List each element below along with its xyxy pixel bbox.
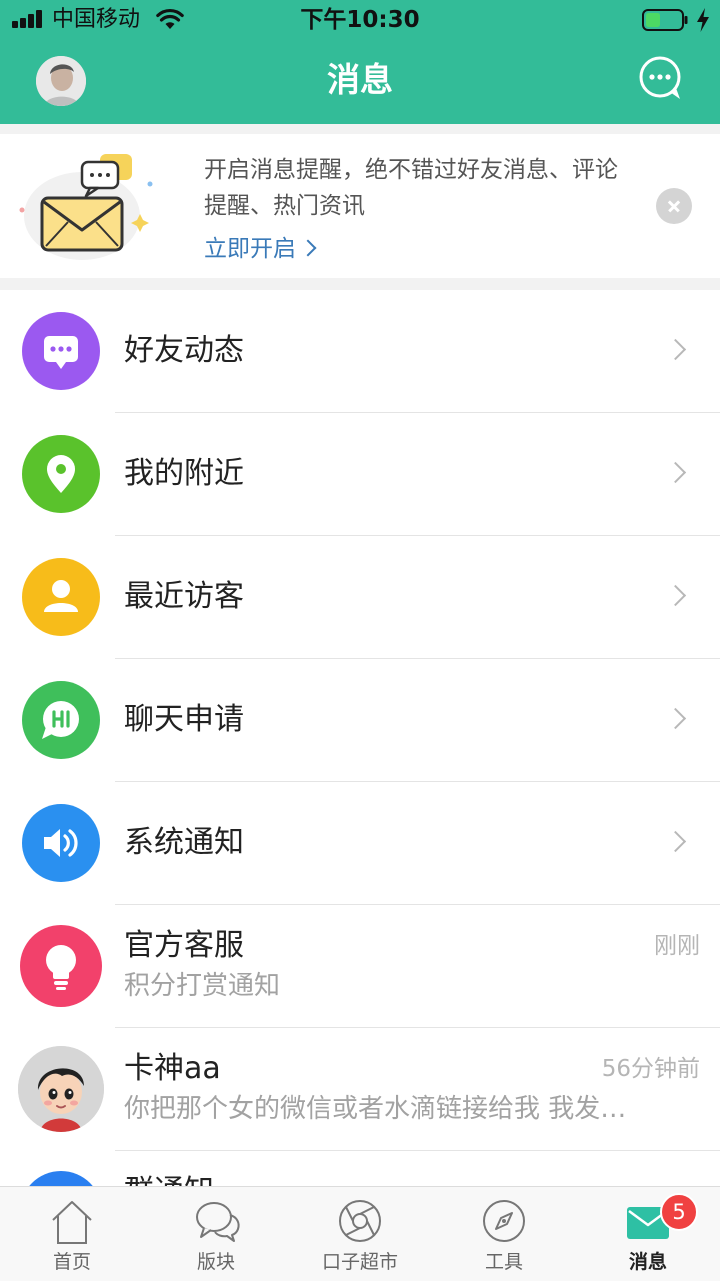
group-icon xyxy=(20,1171,102,1186)
aperture-icon xyxy=(339,1200,381,1242)
list-item-title: 群通知 xyxy=(124,1171,214,1186)
list-item-chat-requests[interactable]: 聊天申请 xyxy=(0,659,720,782)
chevron-right-icon xyxy=(664,338,687,361)
battery-icon xyxy=(642,9,688,31)
tab-home[interactable]: 首页 xyxy=(0,1187,144,1281)
chevron-right-icon xyxy=(664,461,687,484)
chat-dots-icon xyxy=(22,312,100,390)
top-bar: 中国移动 下午10:30 消息 xyxy=(0,0,720,124)
list-item-title: 最近访客 xyxy=(124,579,244,614)
conversation-title: 卡神aa xyxy=(124,1051,221,1086)
close-icon[interactable] xyxy=(656,188,692,224)
list-item-recent-visitors[interactable]: 最近访客 xyxy=(0,536,720,659)
list-item-title: 我的附近 xyxy=(124,456,244,491)
conversation-preview: 你把那个女的微信或者水滴链接给我 我发… xyxy=(124,1094,627,1124)
tab-label: 首页 xyxy=(52,1251,91,1273)
tab-messages[interactable]: 5 消息 xyxy=(576,1187,720,1281)
hi-bubble-icon xyxy=(22,681,100,759)
tab-label: 版块 xyxy=(196,1251,235,1273)
list-item-group-notifications[interactable]: 群通知 xyxy=(0,1151,720,1186)
tab-boards[interactable]: 版块 xyxy=(144,1187,288,1281)
list-item-friend-updates[interactable]: 好友动态 xyxy=(0,290,720,413)
conversation-time: 56分钟前 xyxy=(601,1056,700,1082)
unread-badge: 5 xyxy=(660,1193,698,1231)
bottom-tab-bar: 首页 版块 口子超市 工具 5 消息 xyxy=(0,1186,720,1281)
list-item-system-notifications[interactable]: 系统通知 xyxy=(0,782,720,905)
list-item-title: 好友动态 xyxy=(124,333,244,368)
chevron-right-icon xyxy=(664,707,687,730)
conversation-user[interactable]: 卡神aa 你把那个女的微信或者水滴链接给我 我发… 56分钟前 xyxy=(0,1028,720,1151)
status-time: 下午10:30 xyxy=(300,7,420,33)
conversation-official-support[interactable]: 官方客服 积分打赏通知 刚刚 xyxy=(0,905,720,1028)
list-item-title: 聊天申请 xyxy=(124,702,244,737)
page-title: 消息 xyxy=(327,60,393,99)
chevron-right-icon xyxy=(664,830,687,853)
conversation-title: 官方客服 xyxy=(124,928,244,963)
notification-reminder-banner: 开启消息提醒，绝不错过好友消息、评论提醒、热门资讯 立即开启 xyxy=(0,134,720,278)
message-list: 好友动态 我的附近 最近访客 聊天申请 系统通知 官方客服 积分打赏通知 刚刚 … xyxy=(0,290,720,1186)
location-pin-icon xyxy=(22,435,100,513)
list-item-nearby[interactable]: 我的附近 xyxy=(0,413,720,536)
compass-icon xyxy=(483,1200,525,1242)
tab-label: 工具 xyxy=(484,1251,523,1273)
conversation-time: 刚刚 xyxy=(654,933,700,959)
chevron-right-icon xyxy=(664,584,687,607)
chat-bubbles-icon xyxy=(196,1202,240,1242)
tab-tools[interactable]: 工具 xyxy=(432,1187,576,1281)
tab-label: 消息 xyxy=(628,1251,667,1273)
charging-bolt-icon xyxy=(697,8,709,32)
enable-notifications-link[interactable]: 立即开启 xyxy=(204,232,317,266)
envelope-illustration-icon xyxy=(19,154,153,260)
tab-label: 口子超市 xyxy=(321,1251,398,1273)
home-icon xyxy=(52,1201,92,1244)
banner-message: 开启消息提醒，绝不错过好友消息、评论提醒、热门资讯 xyxy=(204,157,618,219)
chevron-right-icon xyxy=(299,239,317,257)
cartoon-avatar xyxy=(18,1046,104,1132)
chat-bubble-icon[interactable] xyxy=(636,56,686,102)
lightbulb-icon xyxy=(20,925,102,1007)
list-item-title: 系统通知 xyxy=(124,825,244,860)
conversation-preview: 积分打赏通知 xyxy=(124,971,281,1001)
status-bar: 中国移动 下午10:30 xyxy=(0,0,720,40)
enable-notifications-label: 立即开启 xyxy=(204,236,296,262)
speaker-icon xyxy=(22,804,100,882)
tab-market[interactable]: 口子超市 xyxy=(288,1187,432,1281)
person-icon xyxy=(22,558,100,636)
